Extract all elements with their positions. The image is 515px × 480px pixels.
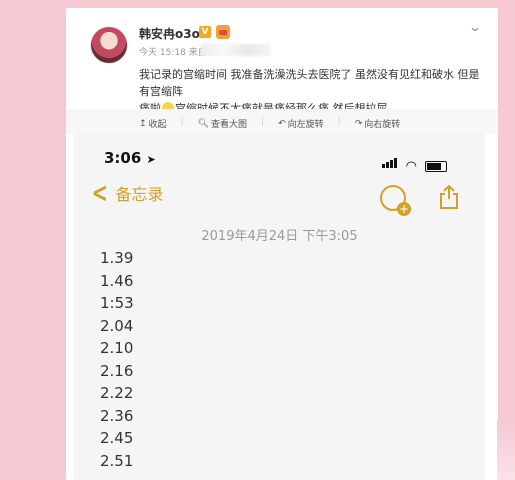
rotate-right-button[interactable]: ↷ 向右旋转 [354, 117, 401, 131]
chevron-down-icon[interactable]: ⌄ [468, 20, 482, 34]
note-line: 2.22 [100, 384, 134, 402]
note-line: 2.51 [100, 451, 134, 470]
wifi-icon: ◠ [405, 159, 417, 174]
separator: | [180, 117, 184, 127]
note-line: 2.10 [100, 339, 134, 357]
location-arrow-icon: ➤ [146, 153, 156, 166]
username[interactable]: 韩安冉o3o [139, 25, 200, 42]
note-line: 1:53 [100, 294, 134, 312]
note-line: 2.04 [100, 316, 134, 335]
note-line: 2.36 [100, 406, 134, 425]
rotate-left-button[interactable]: ↶ 向左旋转 [278, 117, 324, 131]
phone-screenshot[interactable]: 3:06 ➤ ◠ < 备忘录 2019年4月24日 下午3:05 1.39 1.… [74, 133, 485, 480]
separator: | [337, 117, 341, 127]
note-lines: 1.39 1.46 1:53 2.04 2.10 2.16 2.22 2.36 … [100, 247, 134, 472]
signal-icon [381, 153, 398, 172]
post-text-line1: 我记录的宫缩时间 我准备洗澡洗头去医院了 虽然没有见红和破水 但是有宫缩阵 [139, 68, 480, 98]
view-large-button[interactable]: 🔍︎ 查看大图 [197, 117, 247, 131]
note-date: 2019年4月24日 下午3:05 [201, 229, 358, 244]
note-line: 1.46 [100, 271, 134, 290]
share-icon[interactable] [439, 185, 459, 209]
collapse-icon: ↥ [139, 118, 147, 129]
collapse-button[interactable]: ↥ 收起 [139, 117, 167, 131]
image-toolbar: ↥ 收起 | 🔍︎ 查看大图 | ↶ 向左旋转 | ↷ 向右旋转 [139, 117, 400, 130]
weibo-post-card: 韩安冉o3o V ⌄ 今天 15:18 来自 我记录的宫缩时间 我准备洗澡洗头去… [66, 8, 498, 480]
status-time: 3:06 ➤ [104, 149, 156, 167]
user-avatar[interactable] [90, 26, 128, 64]
separator: | [261, 117, 265, 127]
add-person-icon[interactable] [380, 185, 411, 216]
magnifier-icon: 🔍︎ [197, 118, 210, 129]
note-line: 2.16 [100, 361, 134, 380]
battery-icon [425, 161, 447, 172]
vip-crown-icon [216, 25, 230, 39]
rotate-right-icon: ↷ [354, 118, 363, 129]
blurred-source [201, 44, 271, 56]
post-meta: 今天 15:18 来自 [139, 48, 207, 58]
verified-badge-icon: V [199, 26, 211, 38]
page-corner-decoration [497, 420, 515, 480]
chevron-left-icon: < [91, 176, 108, 209]
note-line: 1.39 [100, 249, 134, 267]
note-line: 2.45 [100, 429, 134, 447]
status-icons: ◠ [381, 153, 447, 174]
rotate-left-icon: ↶ [278, 118, 286, 129]
notes-back-button[interactable]: < 备忘录 [88, 176, 164, 209]
